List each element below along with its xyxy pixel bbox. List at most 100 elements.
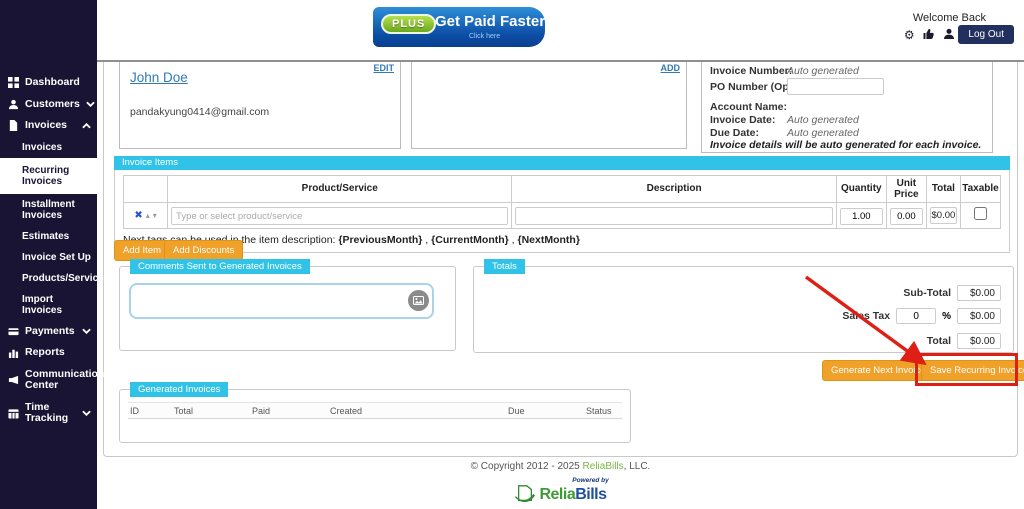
unit-price-input[interactable] bbox=[890, 208, 923, 225]
file-icon bbox=[8, 120, 19, 131]
save-recurring-invoice-button[interactable]: Save Recurring Invoice bbox=[921, 360, 1024, 381]
gear-icon[interactable]: ⚙ bbox=[904, 29, 915, 41]
delete-row-icon[interactable]: ✖ bbox=[134, 210, 142, 221]
id-header: ID bbox=[128, 403, 172, 419]
comments-legend: Comments Sent to Generated Invoices bbox=[130, 259, 310, 274]
sidebar-item-dashboard[interactable]: Dashboard bbox=[0, 72, 97, 94]
generate-next-invoice-button[interactable]: Generate Next Invoice bbox=[822, 360, 935, 381]
sidebar-subitem-import-invoices[interactable]: Import Invoices bbox=[0, 289, 97, 321]
line-total-value: $0.00 bbox=[930, 207, 957, 224]
po-number-input[interactable] bbox=[787, 78, 884, 95]
reliabills-link[interactable]: ReliaBills bbox=[583, 461, 624, 472]
items-header-row: Product/Service Description Quantity Uni… bbox=[124, 176, 1001, 203]
product-service-input[interactable] bbox=[171, 207, 508, 225]
user-account-icon[interactable] bbox=[943, 28, 955, 42]
unit-price-header: Unit Price bbox=[886, 176, 926, 203]
sidebar-subitem-invoices[interactable]: Invoices bbox=[0, 137, 97, 158]
percent-sign: % bbox=[942, 311, 951, 322]
sidebar-item-communication-center[interactable]: Communication Center bbox=[0, 364, 97, 397]
reliabills-logo: ReliaBills bbox=[514, 484, 606, 504]
comments-input[interactable] bbox=[129, 283, 434, 319]
subtotal-label: Sub-Total bbox=[903, 287, 951, 299]
recurring-invoice-form: EDIT John Doe pandakyung0414@gmail.com A… bbox=[103, 46, 1018, 457]
sidebar-subitem-estimates[interactable]: Estimates bbox=[0, 226, 97, 247]
megaphone-icon bbox=[8, 375, 19, 386]
powered-by-text: Powered by bbox=[157, 477, 1024, 484]
chevron-down-icon bbox=[86, 101, 95, 107]
invoices-submenu: Invoices Recurring Invoices Installment … bbox=[0, 137, 97, 321]
page-footer: © Copyright 2012 - 2025 ReliaBills, LLC.… bbox=[97, 461, 1024, 509]
generated-invoices-table: ID Total Paid Created Due Status bbox=[128, 402, 622, 419]
sales-tax-row: Sales Tax % $0.00 bbox=[842, 308, 1001, 324]
thumbs-up-icon[interactable] bbox=[923, 28, 935, 42]
copyright-prefix: © Copyright 2012 - 2025 bbox=[471, 461, 583, 472]
invoice-number-row: Invoice Number: Auto generated bbox=[710, 65, 792, 77]
invoice-number-value: Auto generated bbox=[787, 65, 859, 77]
sidebar-subitem-recurring-invoices[interactable]: Recurring Invoices bbox=[0, 158, 97, 194]
due-date-label: Due Date: bbox=[710, 127, 759, 139]
sales-tax-rate-input[interactable] bbox=[896, 308, 936, 324]
copyright-suffix: , LLC. bbox=[624, 461, 651, 472]
sidebar-item-customers[interactable]: Customers bbox=[0, 94, 97, 116]
get-paid-faster-banner[interactable]: PLUS Get Paid Faster! Click here bbox=[373, 7, 545, 47]
sidebar-subitem-invoice-set-up[interactable]: Invoice Set Up bbox=[0, 247, 97, 268]
reliabills-logo-icon bbox=[514, 484, 536, 504]
invoice-date-row: Invoice Date: Auto generated bbox=[710, 114, 775, 126]
total-col-header: Total bbox=[172, 403, 250, 419]
calendar-icon bbox=[8, 408, 19, 419]
invoice-items-header: Invoice Items bbox=[114, 156, 1010, 170]
invoice-date-value: Auto generated bbox=[787, 114, 859, 126]
logout-button[interactable]: Log Out bbox=[958, 25, 1014, 44]
add-item-button[interactable]: Add Item bbox=[114, 240, 170, 261]
item-row: ✖ ▴ ▾ $0.00 bbox=[124, 203, 1001, 229]
sidebar: Dashboard Customers Invoices Invoices Re… bbox=[0, 0, 97, 509]
credit-card-icon bbox=[8, 326, 19, 337]
banner-click-here[interactable]: Click here bbox=[469, 33, 500, 40]
totals-legend: Totals bbox=[484, 259, 525, 274]
invoice-items-box: Product/Service Description Quantity Uni… bbox=[114, 170, 1010, 253]
tags-note: Next tags can be used in the item descri… bbox=[123, 229, 1001, 250]
copyright-line: © Copyright 2012 - 2025 ReliaBills, LLC. bbox=[97, 461, 1024, 472]
edit-customer-link[interactable]: EDIT bbox=[373, 63, 394, 73]
status-header: Status bbox=[584, 403, 622, 419]
total-value: $0.00 bbox=[957, 333, 1001, 349]
sidebar-item-label: Customers bbox=[25, 99, 80, 111]
sidebar-item-label: Time Tracking bbox=[25, 402, 76, 425]
logo-text-bills: Bills bbox=[575, 486, 606, 503]
totals-section: Totals Sub-Total $0.00 Sales Tax % $0.00… bbox=[473, 266, 1014, 353]
sidebar-subitem-installment-invoices[interactable]: Installment Invoices bbox=[0, 194, 97, 226]
chevron-down-icon bbox=[82, 410, 91, 416]
product-service-header: Product/Service bbox=[168, 176, 512, 203]
welcome-text: Welcome Back bbox=[913, 12, 986, 24]
invoice-items-table: Product/Service Description Quantity Uni… bbox=[123, 175, 1001, 229]
sidebar-item-label: Dashboard bbox=[25, 77, 93, 89]
due-date-value: Auto generated bbox=[787, 127, 859, 139]
reorder-up-icon[interactable]: ▴ bbox=[146, 211, 150, 220]
grid-icon bbox=[8, 77, 19, 88]
sidebar-item-payments[interactable]: Payments bbox=[0, 321, 97, 343]
sidebar-subitem-products-services[interactable]: Products/Services bbox=[0, 268, 97, 289]
chevron-down-icon bbox=[82, 328, 91, 334]
sales-tax-value: $0.00 bbox=[957, 308, 1001, 324]
add-link[interactable]: ADD bbox=[661, 63, 681, 73]
taxable-checkbox[interactable] bbox=[974, 207, 987, 220]
app-window: Dashboard Customers Invoices Invoices Re… bbox=[0, 0, 1024, 509]
customer-name-link[interactable]: John Doe bbox=[130, 70, 188, 85]
insert-image-icon[interactable] bbox=[408, 290, 429, 311]
sidebar-item-reports[interactable]: Reports bbox=[0, 342, 97, 364]
description-input[interactable] bbox=[515, 207, 832, 225]
add-discounts-button[interactable]: Add Discounts bbox=[164, 240, 243, 261]
tag-previous-month: {PreviousMonth} bbox=[338, 234, 422, 246]
quantity-input[interactable] bbox=[840, 208, 883, 225]
reorder-down-icon[interactable]: ▾ bbox=[153, 211, 157, 220]
row-actions-header bbox=[124, 176, 168, 203]
chevron-down-icon bbox=[110, 377, 119, 383]
sidebar-item-label: Payments bbox=[25, 326, 76, 338]
sidebar-item-invoices[interactable]: Invoices bbox=[0, 115, 97, 137]
tag-next-month: {NextMonth} bbox=[518, 234, 580, 246]
sidebar-item-time-tracking[interactable]: Time Tracking bbox=[0, 397, 97, 430]
description-header: Description bbox=[512, 176, 836, 203]
due-date-row: Due Date: Auto generated bbox=[710, 127, 759, 139]
created-header: Created bbox=[328, 403, 506, 419]
total-label: Total bbox=[927, 335, 951, 347]
